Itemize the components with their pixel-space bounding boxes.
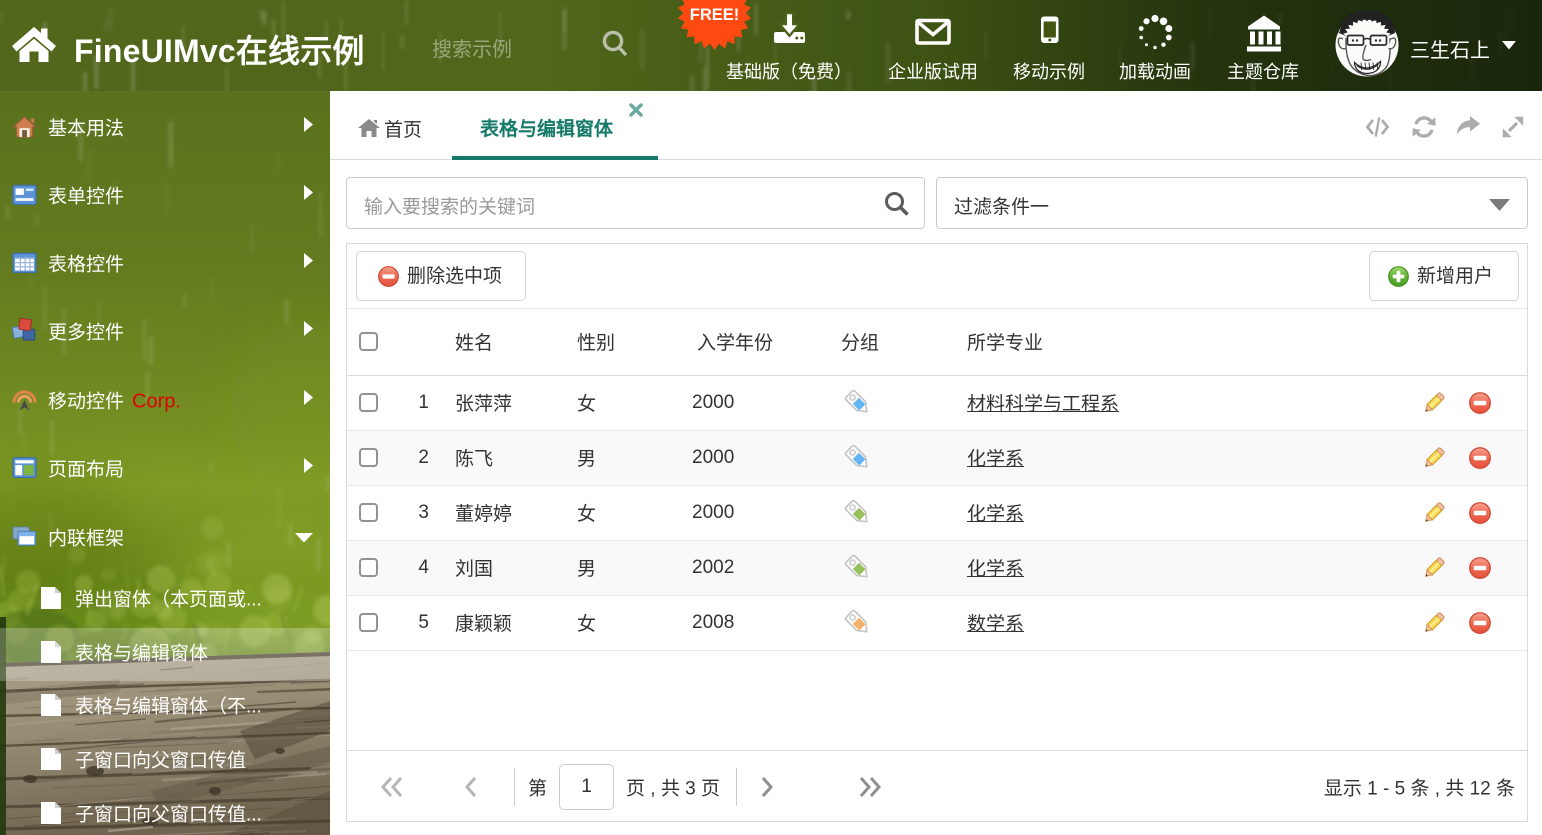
svg-text:FREE!: FREE! [690, 6, 740, 24]
